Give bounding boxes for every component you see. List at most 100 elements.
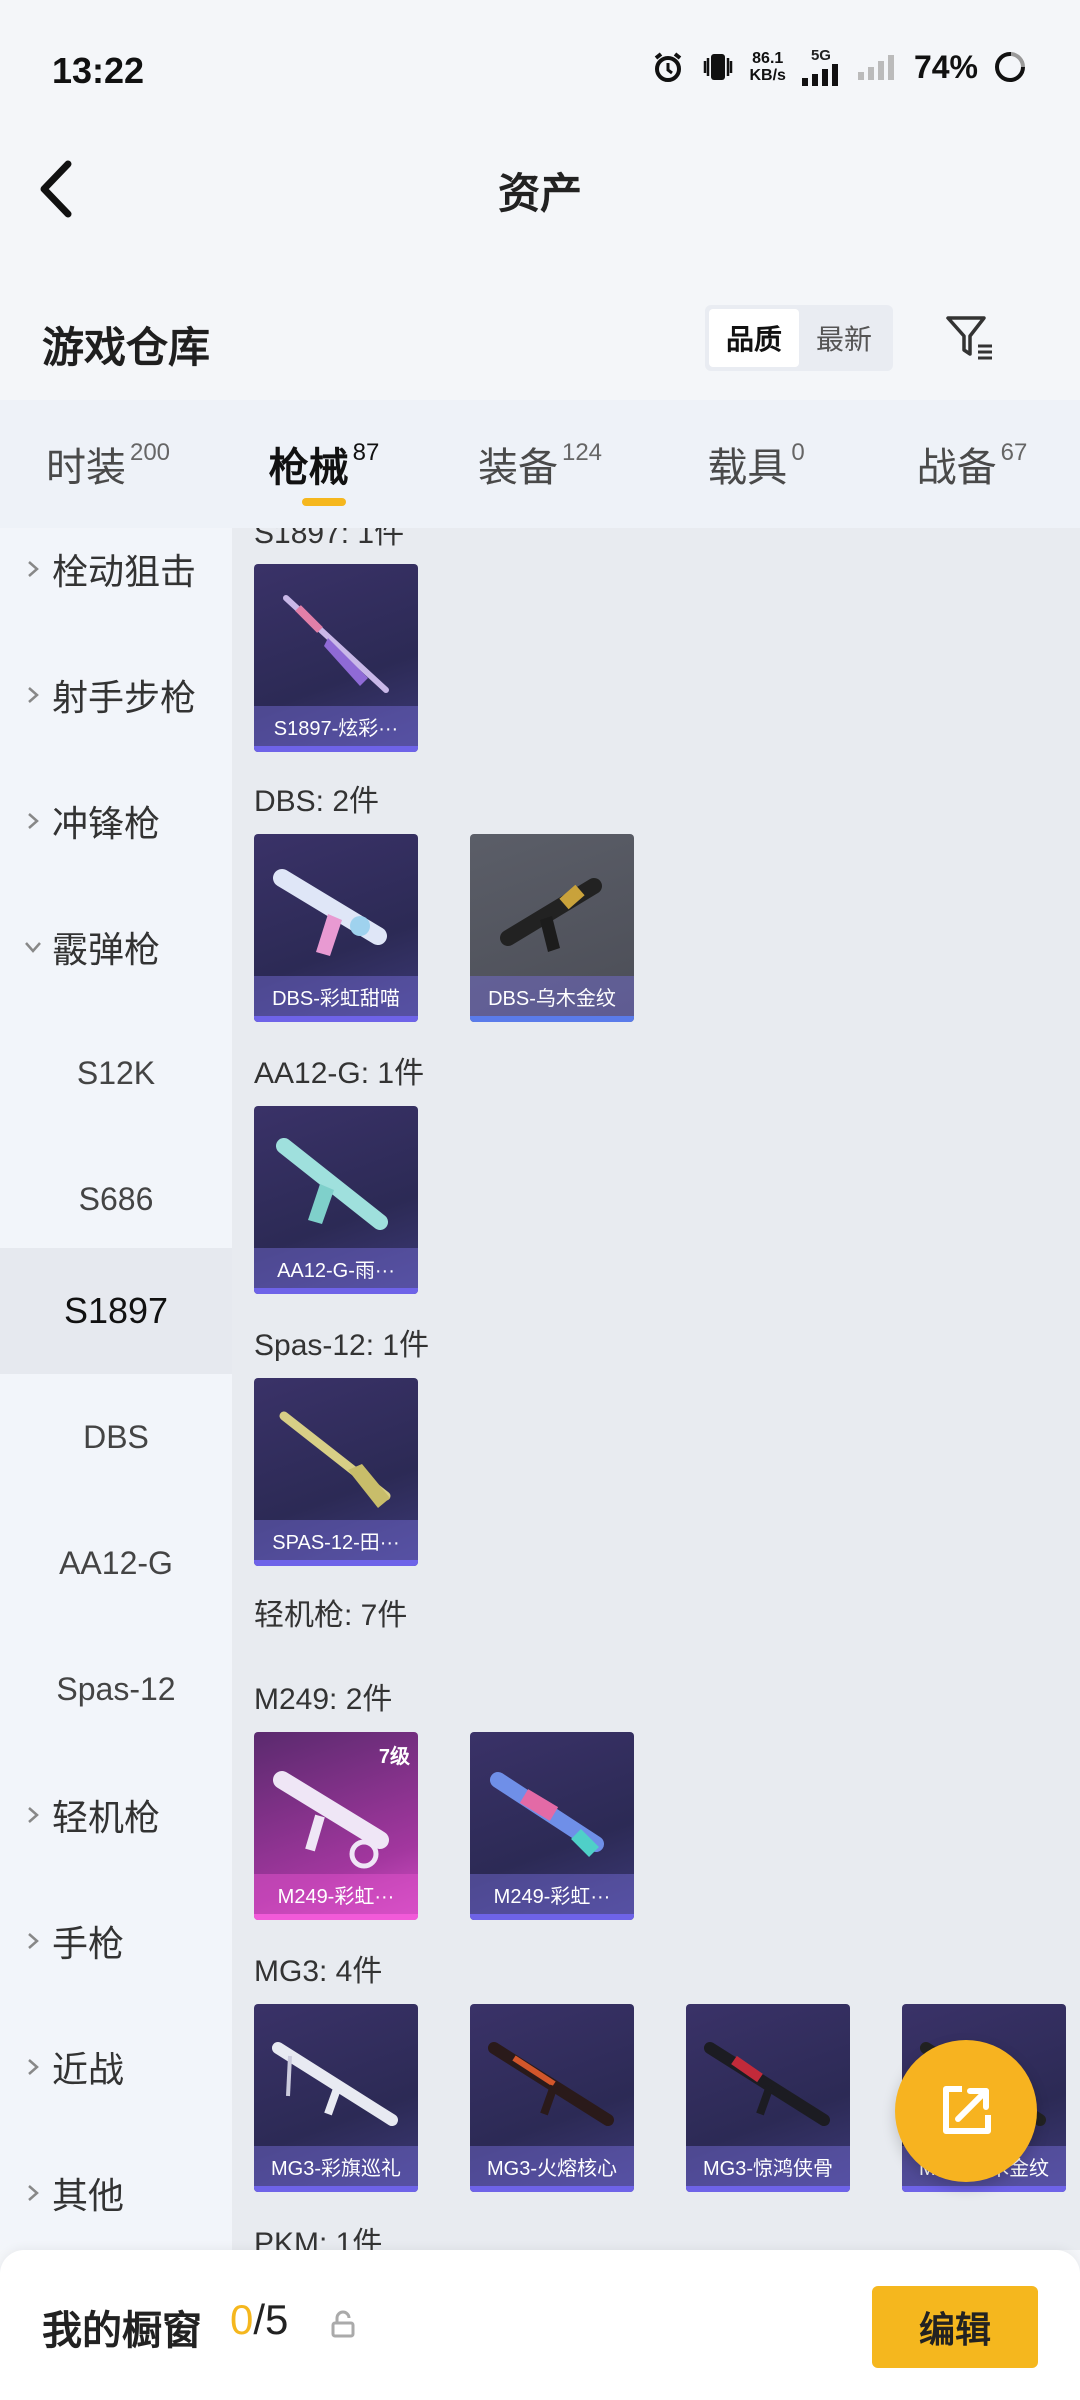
sidebar-sub-s686[interactable]: S686 (0, 1136, 232, 1262)
sidebar-item-shotgun[interactable]: 霰弹枪 (0, 884, 232, 1010)
sort-newest[interactable]: 最新 (799, 309, 889, 367)
chevron-right-icon (28, 2059, 39, 2075)
rarity-bar (254, 746, 418, 752)
sidebar-sub-dbs[interactable]: DBS (0, 1374, 232, 1500)
shotgun-icon (279, 1411, 391, 1508)
item-card-mg3-2[interactable]: MG3-火熔核心 (470, 2004, 634, 2192)
sidebar-item-label: 冲锋枪 (52, 803, 161, 844)
status-bar: 13:22 86.1 KB/s 5G 74% (0, 0, 1080, 140)
filter-button[interactable] (940, 308, 1000, 368)
machine-gun-icon (704, 2042, 830, 2126)
group-label-aa12g: AA12-G: 1件 (254, 1057, 425, 1090)
net-speed-value: 86.1 (752, 50, 784, 67)
sidebar-item-melee[interactable]: 近战 (0, 2004, 232, 2130)
sidebar-item-label: 射手步枪 (52, 677, 197, 718)
lock-icon (331, 2310, 355, 2338)
sidebar-item-other[interactable]: 其他 (0, 2130, 232, 2250)
shotgun-icon (283, 595, 389, 693)
tab-supplies[interactable]: 战备 67 (864, 400, 1080, 528)
net-speed: 86.1 KB/s (750, 50, 786, 84)
item-caption: S1897-炫彩··· (254, 706, 418, 746)
tab-vehicles[interactable]: 载具 0 (648, 400, 864, 528)
sidebar-sub-s1897[interactable]: S1897 (0, 1248, 232, 1374)
item-card-mg3-3[interactable]: MG3-惊鸿侠骨 (686, 2004, 850, 2192)
rarity-bar (902, 2186, 1066, 2192)
tab-count: 0 (791, 439, 805, 466)
status-icons: 86.1 KB/s 5G 74% (650, 48, 1029, 86)
share-external-icon (943, 2086, 991, 2134)
mobile-signal: 5G (800, 48, 842, 86)
edit-button[interactable]: 编辑 (872, 2286, 1038, 2368)
sidebar-item-label: 栓动狙击 (52, 551, 197, 592)
sidebar-item-label: 霰弹枪 (52, 929, 161, 970)
chevron-right-icon (28, 687, 39, 703)
sidebar-item-label: 轻机枪 (52, 1797, 161, 1838)
sidebar-sub-spas12[interactable]: Spas-12 (0, 1626, 232, 1752)
item-caption: DBS-彩虹甜喵 (254, 976, 418, 1016)
tab-fashion[interactable]: 时装 200 (0, 400, 216, 528)
showcase-total: 5 (265, 2296, 289, 2343)
rarity-bar (254, 1016, 418, 1022)
tab-label: 战备 (916, 446, 997, 490)
shotgun-icon (276, 1138, 388, 1230)
showcase-count: 0/5 (230, 2296, 288, 2344)
item-card-m249-2[interactable]: M249-彩虹··· (470, 1732, 634, 1920)
filter-icon (946, 316, 992, 360)
showcase-current: 0 (230, 2296, 254, 2343)
machine-gun-icon (273, 1771, 389, 1869)
sidebar-item-label: 近战 (52, 2049, 125, 2090)
item-card-dbs-2[interactable]: DBS-乌木金纹 (470, 834, 634, 1022)
sort-quality[interactable]: 品质 (709, 309, 799, 367)
battery-percent: 74% (913, 48, 978, 85)
item-caption: MG3-火熔核心 (470, 2146, 634, 2186)
tab-label: 装备 (477, 446, 558, 490)
network-type: 5G (810, 47, 831, 64)
rarity-bar (470, 1914, 634, 1920)
item-card-dbs-1[interactable]: DBS-彩虹甜喵 (254, 834, 418, 1022)
sidebar-item-pistol[interactable]: 手枪 (0, 1878, 232, 2004)
category-tabs: 时装 200 枪械 87 装备 124 载具 0 战备 67 (0, 400, 1080, 528)
share-button[interactable] (895, 2040, 1037, 2182)
warehouse-title: 游戏仓库 (42, 324, 211, 371)
item-caption: SPAS-12-田··· (254, 1520, 418, 1560)
sidebar-sub-aa12g[interactable]: AA12-G (0, 1500, 232, 1626)
sidebar-item-smg[interactable]: 冲锋枪 (0, 758, 232, 884)
item-card-mg3-1[interactable]: MG3-彩旗巡礼 (254, 2004, 418, 2192)
chevron-right-icon (28, 813, 39, 829)
chevron-right-icon (28, 1807, 39, 1823)
sidebar-item-label: 其他 (52, 2175, 125, 2216)
item-caption: AA12-G-雨··· (254, 1248, 418, 1288)
tab-firearms[interactable]: 枪械 87 (216, 400, 432, 528)
item-caption: MG3-惊鸿侠骨 (686, 2146, 850, 2186)
signal-2-icon (857, 55, 894, 80)
group-label-dbs: DBS: 2件 (254, 785, 380, 818)
shotgun-icon (500, 878, 602, 952)
sidebar-item-lmg[interactable]: 轻机枪 (0, 1752, 232, 1878)
header: 资产 (0, 140, 1080, 240)
sidebar-item-label: 手枪 (52, 1923, 125, 1964)
item-card-m249-1[interactable]: 7级 M249-彩虹··· (254, 1732, 418, 1920)
warehouse-heading: 游戏仓库 品质 最新 (0, 280, 1080, 400)
item-caption: MG3-彩旗巡礼 (254, 2146, 418, 2186)
chevron-right-icon (28, 2185, 39, 2201)
net-speed-unit: KB/s (749, 67, 786, 84)
rarity-bar (254, 1560, 418, 1566)
tab-equipment[interactable]: 装备 124 (432, 400, 648, 528)
sidebar-sub-s12k[interactable]: S12K (0, 1010, 232, 1136)
sort-toggle: 品质 最新 (705, 305, 893, 371)
vibrate-icon (703, 54, 732, 80)
item-card-aa12g[interactable]: AA12-G-雨··· (254, 1106, 418, 1294)
tab-count: 124 (561, 439, 603, 466)
item-card-s1897[interactable]: S1897-炫彩··· (254, 564, 418, 752)
sidebar-item-dmr[interactable]: 射手步枪 (0, 632, 232, 758)
group-label-pkm: PKM: 1件 (254, 2227, 383, 2250)
tab-label: 载具 (707, 446, 788, 490)
rarity-bar (254, 1288, 418, 1294)
sidebar-item-bolt-sniper[interactable]: 栓动狙击 (0, 528, 232, 632)
item-card-spas12[interactable]: SPAS-12-田··· (254, 1378, 418, 1566)
status-time: 13:22 (52, 50, 145, 91)
chevron-right-icon (28, 561, 39, 577)
machine-gun-icon (490, 1772, 604, 1857)
tab-count: 67 (1000, 439, 1028, 466)
machine-gun-icon (272, 2042, 398, 2126)
